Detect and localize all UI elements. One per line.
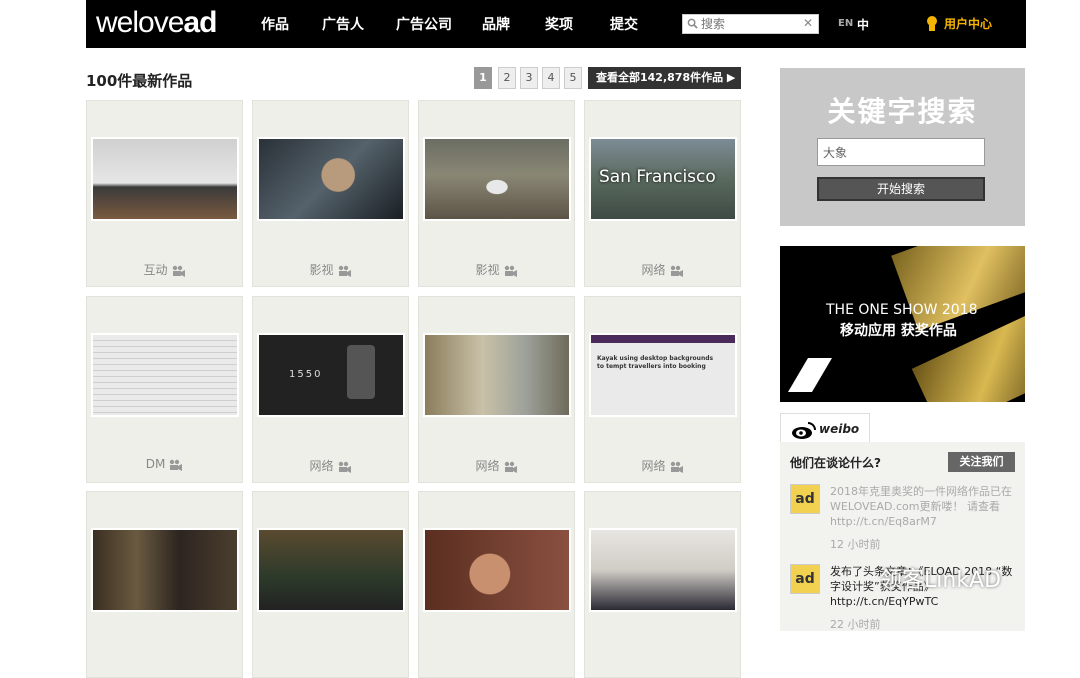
video-camera-icon (172, 265, 185, 277)
work-card[interactable]: Kayak using desktop backgrounds to tempt… (584, 296, 741, 483)
work-card[interactable] (86, 491, 243, 678)
video-camera-icon (670, 265, 683, 277)
user-center-label: 用户中心 (944, 17, 993, 31)
video-camera-icon (338, 461, 351, 473)
nav-submit[interactable]: 提交 (610, 14, 638, 34)
nav-works[interactable]: 作品 (261, 14, 289, 34)
one-show-logo (788, 358, 832, 392)
avatar[interactable]: ad (790, 484, 820, 514)
work-card[interactable]: DM (86, 296, 243, 483)
weibo-tab[interactable]: weibo (780, 413, 870, 443)
logo-text: welove (96, 6, 184, 39)
start-search-button[interactable]: 开始搜索 (817, 177, 985, 201)
work-thumbnail[interactable] (91, 528, 239, 612)
post-time: 22 小时前 (830, 618, 881, 631)
latest-works-heading: 100件最新作品 (86, 72, 193, 90)
work-card[interactable]: 影视 (252, 100, 409, 287)
category-label: 影视 (475, 263, 500, 277)
category-label: 网络 (475, 459, 500, 473)
clear-icon[interactable]: ✕ (803, 16, 813, 30)
work-card[interactable]: 网络 (418, 296, 575, 483)
weibo-icon (792, 422, 816, 439)
video-camera-icon (338, 265, 351, 277)
work-card[interactable]: 互动 (86, 100, 243, 287)
work-card[interactable] (584, 491, 741, 678)
work-thumbnail[interactable] (423, 528, 571, 612)
work-thumbnail[interactable] (257, 528, 405, 612)
category-label: 网络 (641, 459, 666, 473)
work-card[interactable] (252, 491, 409, 678)
work-category: 网络 (585, 261, 740, 278)
work-thumbnail[interactable] (589, 528, 737, 612)
category-label: DM (145, 457, 166, 471)
avatar[interactable]: ad (790, 564, 820, 594)
work-thumbnail[interactable] (423, 137, 571, 221)
video-camera-icon (170, 459, 183, 471)
logo-text-bold: ad (183, 6, 217, 39)
category-label: 互动 (143, 263, 168, 277)
page-4[interactable]: 4 (542, 67, 560, 89)
nav-awards[interactable]: 奖项 (545, 14, 573, 34)
page-2[interactable]: 2 (498, 67, 516, 89)
nav-brands[interactable]: 品牌 (482, 14, 510, 34)
work-category: DM (87, 457, 242, 471)
work-thumbnail[interactable]: San Francisco (589, 137, 737, 221)
work-category: 网络 (585, 457, 740, 474)
keyword-search-title: 关键字搜索 (827, 95, 978, 128)
work-thumbnail[interactable] (257, 137, 405, 221)
work-category: 影视 (419, 261, 574, 278)
work-card[interactable]: 影视 (418, 100, 575, 287)
work-category: 网络 (253, 457, 408, 474)
weibo-tab-label: weibo (819, 422, 860, 436)
page-3[interactable]: 3 (520, 67, 538, 89)
user-center-link[interactable]: 用户中心 (927, 15, 993, 32)
follow-us-button[interactable]: 关注我们 (948, 452, 1015, 472)
keyword-input[interactable] (817, 138, 985, 166)
lang-zh-link[interactable]: 中 (857, 16, 869, 33)
thumbnail-title: San Francisco (599, 167, 716, 187)
nav-agencies[interactable]: 广告公司 (396, 14, 452, 34)
work-thumbnail[interactable]: Kayak using desktop backgrounds to tempt… (589, 333, 737, 417)
category-label: 网络 (641, 263, 666, 277)
banner-line1: THE ONE SHOW 2018 (826, 302, 978, 318)
nav-people[interactable]: 广告人 (322, 14, 364, 34)
banner-line2: 移动应用 获奖作品 (840, 323, 957, 339)
work-thumbnail[interactable] (423, 333, 571, 417)
thumbnail-number: 1550 (289, 369, 323, 380)
work-thumbnail[interactable] (91, 137, 239, 221)
category-label: 网络 (309, 459, 334, 473)
weibo-question: 他们在谈论什么? (790, 456, 881, 470)
work-category: 互动 (87, 261, 242, 278)
page-1[interactable]: 1 (474, 67, 492, 89)
thumbnail-headline: Kayak using desktop backgrounds to tempt… (597, 355, 714, 370)
video-camera-icon (504, 265, 517, 277)
view-all-button[interactable]: 查看全部142,878件作品 ▶ (588, 67, 741, 89)
post-text[interactable]: 2018年克里奥奖的一件网络作品已在WELOVEAD.com更新喽！ 请查看ht… (830, 484, 1022, 529)
video-camera-icon (504, 461, 517, 473)
user-icon (927, 16, 937, 31)
keyword-search-box: 关键字搜索 开始搜索 (780, 68, 1025, 226)
work-category: 影视 (253, 261, 408, 278)
one-show-banner[interactable]: THE ONE SHOW 2018 移动应用 获奖作品 (780, 246, 1025, 402)
welovead-logo[interactable]: welovead (96, 6, 217, 40)
weibo-panel: 他们在谈论什么? 关注我们 ad 2018年克里奥奖的一件网络作品已在WELOV… (780, 442, 1025, 631)
page-5[interactable]: 5 (564, 67, 582, 89)
post-time: 12 小时前 (830, 538, 881, 551)
lang-en-link[interactable]: EN (838, 18, 853, 29)
work-card[interactable] (418, 491, 575, 678)
work-category: 网络 (419, 457, 574, 474)
watermark: 领客LinkAD (880, 568, 1002, 593)
work-card[interactable]: San Francisco 网络 (584, 100, 741, 287)
work-thumbnail[interactable]: 1550 (257, 333, 405, 417)
category-label: 影视 (309, 263, 334, 277)
work-card[interactable]: 1550 网络 (252, 296, 409, 483)
search-box: ✕ (682, 14, 819, 34)
video-camera-icon (670, 461, 683, 473)
work-thumbnail[interactable] (91, 333, 239, 417)
search-icon (687, 18, 698, 29)
top-navbar: welovead 作品 广告人 广告公司 品牌 奖项 提交 ✕ EN 中 用户中… (86, 0, 1026, 48)
search-input[interactable] (701, 16, 801, 32)
